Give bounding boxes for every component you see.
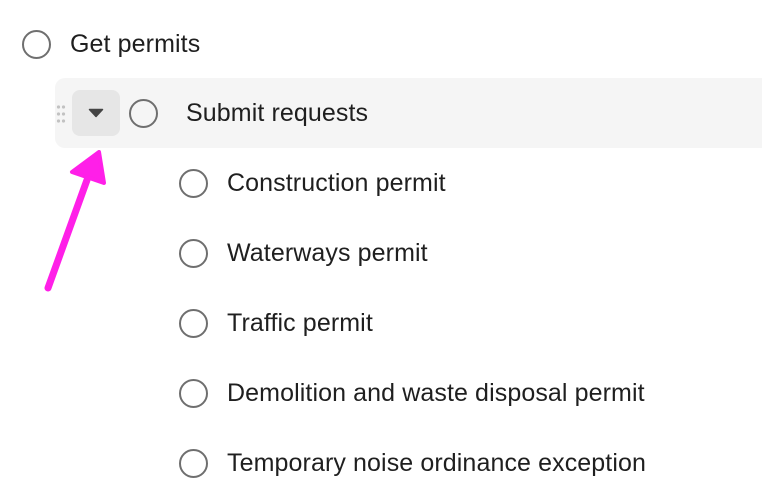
task-label[interactable]: Traffic permit (227, 309, 373, 338)
drag-handle-icon[interactable] (56, 104, 66, 124)
task-checkbox[interactable] (179, 308, 208, 338)
task-checkbox[interactable] (129, 98, 158, 128)
task-checkbox[interactable] (179, 168, 208, 198)
task-label[interactable]: Get permits (70, 30, 200, 59)
task-label[interactable]: Temporary noise ordinance exception (227, 449, 646, 478)
task-label[interactable]: Submit requests (186, 99, 368, 128)
task-checkbox[interactable] (179, 378, 208, 408)
subtask-row: Temporary noise ordinance exception (179, 428, 646, 498)
task-label[interactable]: Demolition and waste disposal permit (227, 379, 645, 408)
task-label[interactable]: Waterways permit (227, 239, 428, 268)
task-label[interactable]: Construction permit (227, 169, 446, 198)
task-checkbox[interactable] (179, 448, 208, 478)
task-checkbox[interactable] (22, 29, 51, 59)
task-checkbox[interactable] (179, 238, 208, 268)
subtask-row: Waterways permit (179, 218, 428, 288)
task-row: Get permits (22, 9, 200, 79)
expand-collapse-toggle[interactable] (72, 90, 120, 136)
subtask-row: Traffic permit (179, 288, 373, 358)
subtask-row: Construction permit (179, 148, 446, 218)
subtask-row: Submit requests (129, 78, 368, 148)
subtask-row: Demolition and waste disposal permit (179, 358, 645, 428)
caret-down-icon (88, 108, 104, 118)
